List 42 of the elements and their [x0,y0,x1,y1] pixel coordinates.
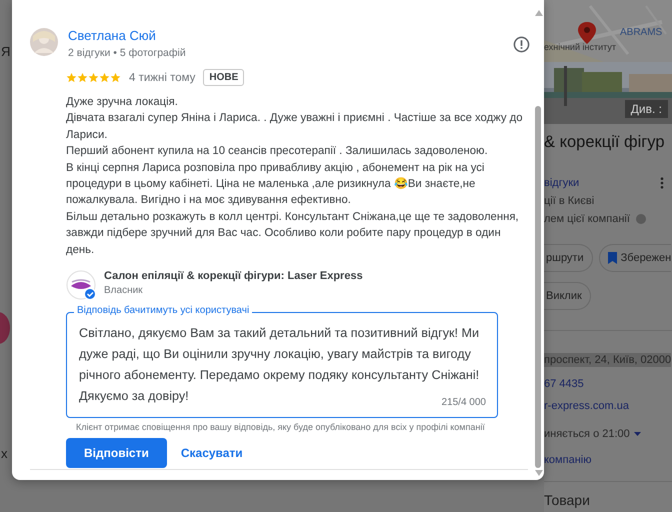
address-text: проспект, 24, Київ, 02000 [544,353,672,367]
field-label: Відповідь бачитимуть усі користувачі [74,305,252,316]
category-text: ції в Києві [544,194,596,208]
review-time: 4 тижні тому [129,72,196,84]
author-name[interactable]: Светлана Сюй [68,28,503,43]
new-badge: НОВЕ [203,69,244,86]
info-icon[interactable] [636,214,646,224]
map-pin-icon [578,22,596,44]
panel-text: Я [1,44,10,59]
map-label: ехнічний інститут [544,42,616,52]
hint-text: Клієнт отримає сповіщення про вашу відповідь, яку буде опубліковано для всіх у профілі компанії [76,422,486,432]
more-icon[interactable] [660,177,664,189]
scroll-down-icon[interactable] [535,470,543,476]
star-icon [77,72,88,83]
scroll-up-icon[interactable] [535,10,543,16]
business-name: Салон епіляції & корекції фігури: Laser Express [104,270,363,282]
review-text: Дуже зручна локація. Дівчата взагалі супер Яніна і Лариса. . Дуже уважні і приємні . Частіше за все ходжу до Лариси. Перший абонент купила на 10 сеансів пресотерапії . Залишилась задоволеною. В кінці серпня Лариса розповіла про привабливу акцію , абонемент на рік на усі процедури в цьому кабінеті. Ціна не маленька ,але ризикнула 😂Ви знаєте,не пожалкувала. Вигідно і на моє здивування ефективно. Більш детально розкажуть в колл центрі. Консультант Сніжана,це ще те задоволення, завжди підбере зручний для Вас час. Особливо коли робите пару процедур в один день. [66,95,524,258]
bookmark-icon [608,252,617,264]
caret-icon[interactable] [634,432,641,436]
star-icon [88,72,99,83]
char-counter: 215/4 000 [442,397,486,408]
star-icon [110,72,121,83]
hours-text[interactable]: иняється о 21:00 [544,427,630,441]
star-icon [99,72,110,83]
place-title: & корекції фігур [544,132,666,152]
owner-role: Власник [104,285,144,296]
report-icon[interactable] [513,36,530,53]
action-chip[interactable]: Збережен [598,244,672,272]
panel-text: х [1,446,8,461]
website-link[interactable]: r-express.com.ua [544,399,629,413]
avatar [30,28,58,56]
claim-link[interactable]: компанію [544,453,592,467]
photo-caption[interactable]: Див. : [624,100,668,118]
reviews-link[interactable]: відгуки [544,176,580,190]
owner-note: лем цієї компанії [544,212,630,226]
map-label: ABRAMS [620,27,662,38]
logo-mark [71,279,91,290]
star-icon [66,72,77,83]
section-title: Товари [544,492,591,508]
reply-button[interactable]: Відповісти [66,438,167,468]
phone-link[interactable]: 67 4435 [544,377,584,391]
author-meta: 2 відгуки • 5 фотографій [68,47,187,59]
